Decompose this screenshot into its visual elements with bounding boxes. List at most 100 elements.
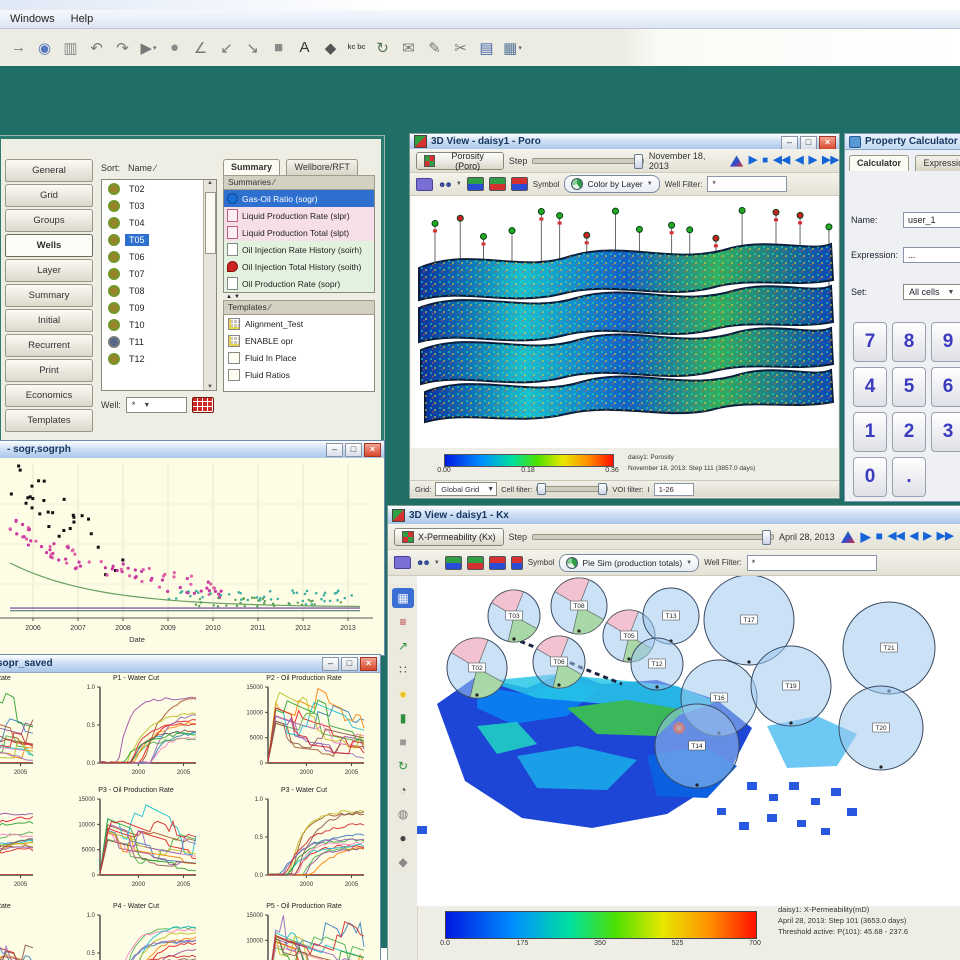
- grid-top-view-icon[interactable]: [444, 555, 462, 570]
- minimize-button[interactable]: –: [322, 657, 339, 671]
- undo-icon[interactable]: ↶: [84, 35, 109, 61]
- summary-item[interactable]: Oil Injection Rate History (soirh): [224, 241, 374, 258]
- step-forward-button[interactable]: ▶: [923, 531, 931, 542]
- sidebar-tab-initial[interactable]: Initial: [5, 309, 93, 332]
- redo-icon[interactable]: ↷: [110, 35, 135, 61]
- well-list-item[interactable]: T03: [102, 197, 216, 214]
- well-pie-symbol[interactable]: T06: [532, 635, 586, 689]
- well-list-item[interactable]: T05: [102, 231, 216, 248]
- comment-icon[interactable]: ✉: [396, 35, 421, 61]
- probe-icon[interactable]: ◆: [318, 35, 343, 61]
- summary-item[interactable]: Gas-Oil Ratio (sogr): [224, 190, 374, 207]
- well-pie-symbol[interactable]: T21: [842, 601, 936, 695]
- key-6[interactable]: 6: [931, 367, 960, 407]
- grid-property-view-icon[interactable]: [466, 555, 484, 570]
- maximize-button[interactable]: □: [341, 657, 358, 671]
- well-pie-symbol[interactable]: T19: [750, 645, 832, 727]
- template-item[interactable]: Alignment_Test: [224, 315, 374, 332]
- mini-chart-p1---water-cut[interactable]: P1 - Water Cut 0.0 0.5 1.0 2000 2005: [70, 674, 202, 782]
- stop-icon[interactable]: ■: [266, 35, 291, 61]
- sidebar-tab-groups[interactable]: Groups: [5, 209, 93, 232]
- tab-summary[interactable]: Summary: [223, 159, 281, 175]
- close-button[interactable]: ×: [364, 443, 381, 457]
- chevron-down-icon[interactable]: ▼: [434, 560, 440, 566]
- well-pie-symbol[interactable]: T08: [550, 577, 608, 635]
- menu-help[interactable]: Help: [71, 13, 94, 25]
- symbol-combo[interactable]: Pie Sim (production totals) ▼: [559, 553, 700, 572]
- well-list-item[interactable]: T08: [102, 282, 216, 299]
- grid-template-icon[interactable]: [228, 334, 240, 347]
- expression-input[interactable]: ...: [903, 247, 960, 263]
- skip-end-button[interactable]: ▶▶: [937, 531, 954, 542]
- wells-icon[interactable]: ☻☻: [416, 558, 431, 567]
- grid-layer-view-icon[interactable]: [510, 177, 528, 191]
- template-item[interactable]: ENABLE opr: [224, 332, 374, 349]
- well-pie-symbol[interactable]: T02: [446, 637, 508, 699]
- mini-chart-p0---oil-production-rate[interactable]: P0 - Oil Production Rate0500010000150002…: [0, 674, 39, 782]
- refresh-icon[interactable]: ↻: [392, 756, 414, 776]
- refresh-icon[interactable]: ↻: [370, 35, 395, 61]
- rgb-triangle-icon[interactable]: [840, 530, 856, 544]
- well-list-item[interactable]: T11: [102, 333, 216, 350]
- grid-top-view-icon[interactable]: [466, 177, 484, 191]
- key-4[interactable]: 4: [853, 367, 887, 407]
- plane-icon[interactable]: ■: [392, 732, 414, 752]
- mini-chart-p3---water-cut[interactable]: P3 - Water Cut 0.0 0.5 1.0 2000 2005: [238, 786, 370, 894]
- cylinder-icon[interactable]: ◍: [392, 804, 414, 824]
- step-back-button[interactable]: ◀: [910, 531, 918, 542]
- well-list-item[interactable]: T10: [102, 316, 216, 333]
- stop-button[interactable]: ■: [762, 155, 768, 166]
- well-list-item[interactable]: T07: [102, 265, 216, 282]
- zoom-data-out-icon[interactable]: ↘: [240, 35, 265, 61]
- chevron-down-icon[interactable]: ▼: [456, 181, 462, 187]
- summary-item[interactable]: Oil Production Rate (sopr): [224, 275, 374, 292]
- skip-end-button[interactable]: ▶▶: [822, 155, 839, 166]
- zoom-data-in-icon[interactable]: ↙: [214, 35, 239, 61]
- voi-i-input[interactable]: 1-26: [653, 482, 694, 496]
- sidebar-tab-print[interactable]: Print: [5, 359, 93, 382]
- lightbulb-icon[interactable]: ●: [392, 684, 414, 704]
- well-filter-combo[interactable]: * ▼: [125, 397, 187, 413]
- property-select-button[interactable]: X-Permeability (Kx): [394, 527, 504, 546]
- minimize-button[interactable]: –: [326, 443, 343, 457]
- summary-item[interactable]: Oil Injection Total History (soith): [224, 258, 374, 275]
- 3d-fence-canvas[interactable]: [411, 196, 838, 448]
- mini-chart-p4---oil-production-rate[interactable]: P4 - Oil Production Rate0500010000150002…: [0, 902, 39, 960]
- units-icon[interactable]: kc bc: [344, 35, 369, 61]
- grid-combo[interactable]: Global Grid ▼: [435, 482, 498, 496]
- play-icon[interactable]: ▶ ▾: [136, 35, 161, 61]
- play-button[interactable]: ▶: [749, 155, 757, 166]
- mini-chart-p2---oil-production-rate[interactable]: P2 - Oil Production Rate 0 5000 10000 15000 2…: [238, 674, 370, 782]
- summaries-header[interactable]: Summaries ∕: [223, 175, 375, 190]
- wells-icon[interactable]: ☻☻: [438, 180, 453, 189]
- grid-layer-view-icon[interactable]: [488, 555, 506, 570]
- annotate-icon[interactable]: A: [292, 35, 317, 61]
- summary-item[interactable]: Liquid Production Total (slpt): [224, 224, 374, 241]
- tab-expression[interactable]: Expression: [915, 155, 960, 171]
- clock-icon[interactable]: ◔: [392, 780, 414, 800]
- sidebar-tab-summary[interactable]: Summary: [5, 284, 93, 307]
- well-pie-symbol[interactable]: T13: [642, 587, 700, 645]
- slider-handle[interactable]: [762, 529, 772, 545]
- template-item[interactable]: Fluid In Place: [224, 349, 374, 366]
- name-input[interactable]: user_1: [903, 212, 960, 228]
- well-list-item[interactable]: T04: [102, 214, 216, 231]
- well-filter-input[interactable]: *: [707, 176, 788, 192]
- template-item[interactable]: Fluid Ratios: [224, 366, 374, 383]
- mini-chart-p4---water-cut[interactable]: P4 - Water Cut0.00.51.020002005: [70, 902, 202, 960]
- set-combo[interactable]: All cells ▼: [903, 284, 960, 300]
- draw-icon[interactable]: ✎: [422, 35, 447, 61]
- scrollbar-thumb[interactable]: [205, 192, 216, 254]
- sidebar-tab-templates[interactable]: Templates: [5, 409, 93, 432]
- key-9[interactable]: 9: [931, 322, 960, 362]
- print-icon[interactable]: ▤: [474, 35, 499, 61]
- layers-icon[interactable]: ≡: [392, 612, 414, 632]
- key-decimal[interactable]: .: [892, 457, 926, 497]
- folder-icon[interactable]: [416, 177, 433, 191]
- sogr-scatter-plot[interactable]: 2006 2007 2008 2009 2010 2011 2012 2013 Date: [0, 458, 384, 654]
- axes-select-icon[interactable]: ∠: [188, 35, 213, 61]
- menu-windows[interactable]: Windows: [10, 13, 55, 25]
- well-list-scrollbar[interactable]: ▲ ▼: [203, 180, 216, 390]
- probe-icon[interactable]: ◆: [392, 852, 414, 872]
- maximize-button[interactable]: □: [800, 136, 817, 150]
